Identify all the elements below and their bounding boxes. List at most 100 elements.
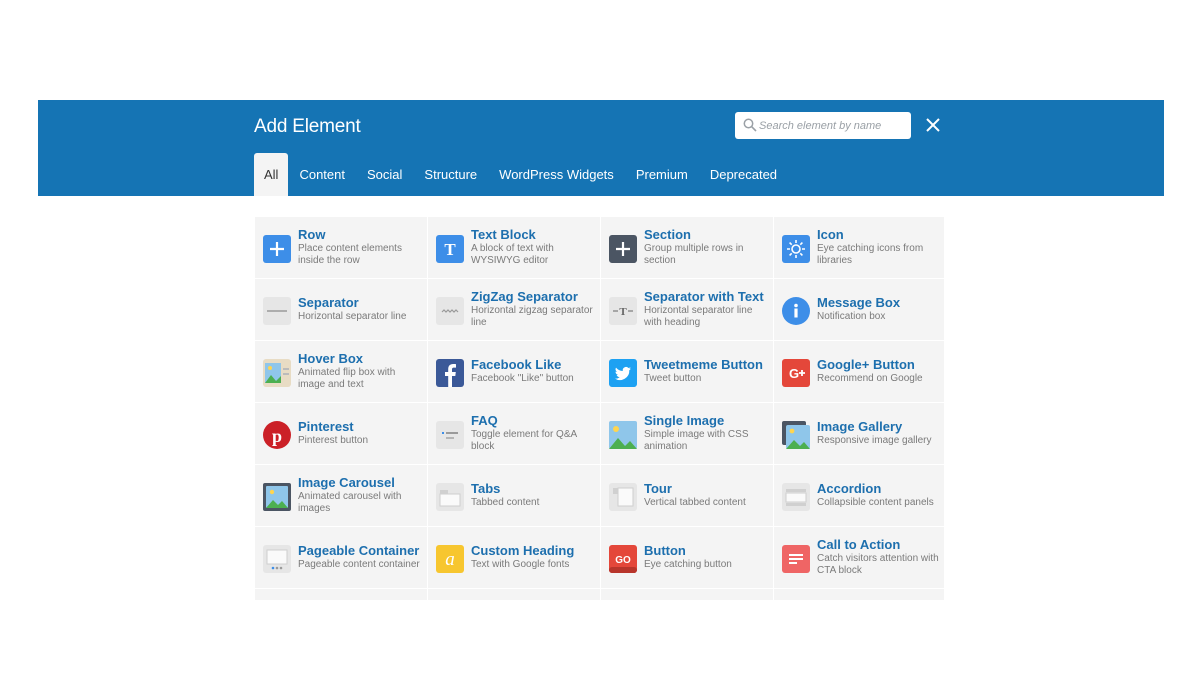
element-item-pageable-container[interactable]: Pageable Container Pageable content conta… (255, 527, 427, 589)
element-item-tour[interactable]: Tour Vertical tabbed content (601, 465, 773, 527)
element-name: Text Block (471, 226, 536, 242)
element-name: Image Gallery (817, 418, 903, 434)
element-description: Pageable content container (298, 558, 420, 570)
element-item-google-button[interactable]: G Google+ Button Recommend on Google (774, 341, 944, 403)
tabs-icon (436, 483, 464, 511)
element-description: Facebook "Like" button (471, 372, 574, 384)
element-description: Horizontal separator line with heading (644, 304, 753, 328)
element-item-tabs[interactable]: Tabs Tabbed content (428, 465, 600, 527)
element-item-accordion[interactable]: Accordion Collapsible content panels (774, 465, 944, 527)
element-description: Horizontal zigzag separator line (471, 304, 593, 328)
element-item-image-gallery[interactable]: Image Gallery Responsive image gallery (774, 403, 944, 465)
modal-title: Add Element (254, 116, 361, 137)
element-text: Custom Heading Text with Google fonts (471, 527, 596, 588)
facebook-icon (436, 359, 464, 387)
element-item-empty-27 (774, 589, 944, 600)
element-item-widgetised-sidebar[interactable]: Widgetised Sidebar (255, 589, 427, 600)
zigzag-icon (436, 297, 464, 325)
tab-content[interactable]: Content (288, 153, 356, 196)
element-text: Text Block A block of text with WYSIWYG e… (471, 217, 596, 278)
element-text: Row Place content elements inside the row (298, 217, 423, 278)
element-item-facebook-like[interactable]: Facebook Like Facebook "Like" button (428, 341, 600, 403)
element-name: Pageable Container (298, 542, 420, 558)
element-description: Animated flip box with image and text (298, 366, 396, 390)
tab-all[interactable]: All (254, 153, 289, 196)
element-description: Toggle element for Q&A block (471, 428, 577, 452)
element-item-custom-heading[interactable]: a Custom Heading Text with Google fonts (428, 527, 600, 589)
element-name: Separator with Text (644, 288, 764, 304)
element-item-single-image[interactable]: Single Image Simple image with CSS animat… (601, 403, 773, 465)
element-item-separator-with-text[interactable]: T Separator with Text Horizontal separator… (601, 279, 773, 341)
element-item-hover-box[interactable]: Hover Box Animated flip box with image an… (255, 341, 427, 403)
element-text: Video Player (644, 589, 769, 600)
element-item-separator[interactable]: Separator Horizontal separator line (255, 279, 427, 341)
element-name: Call to Action (817, 536, 901, 552)
tab-premium[interactable]: Premium (625, 153, 699, 196)
element-text: Tweetmeme Button Tweet button (644, 341, 769, 402)
search-icon (743, 118, 757, 132)
element-text: Single Image Simple image with CSS animat… (644, 403, 769, 464)
element-item-message-box[interactable]: Message Box Notification box (774, 279, 944, 341)
element-description: Simple image with CSS animation (644, 428, 749, 452)
element-text: Pageable Container Pageable content conta… (298, 527, 423, 588)
element-description: Eye catching button (644, 558, 732, 570)
element-text (817, 589, 942, 600)
element-text: Tour Vertical tabbed content (644, 465, 769, 526)
element-description: Notification box (817, 310, 886, 322)
add-element-header: Add Element All Content Social Structure… (38, 100, 1164, 196)
element-description: Recommend on Google (817, 372, 923, 384)
element-name: Message Box (817, 294, 901, 310)
element-description: Animated carousel with images (298, 490, 402, 514)
element-item-call-to-action[interactable]: Call to Action Catch visitors attention w… (774, 527, 944, 589)
twitter-icon (609, 359, 637, 387)
element-item-tweetmeme-button[interactable]: Tweetmeme Button Tweet button (601, 341, 773, 403)
element-item-text-block[interactable]: T Text Block A block of text with WYSIWYG … (428, 217, 600, 279)
element-description: A block of text with WYSIWYG editor (471, 242, 554, 266)
tab-structure[interactable]: Structure (413, 153, 488, 196)
element-name: FAQ (471, 412, 498, 428)
svg-text:p: p (272, 426, 282, 446)
pinterest-icon: p (263, 421, 291, 449)
element-item-image-carousel[interactable]: Image Carousel Animated carousel with ima… (255, 465, 427, 527)
element-item-icon[interactable]: Icon Eye catching icons from libraries (774, 217, 944, 279)
element-name: Pinterest (298, 418, 354, 434)
element-text: FAQ Toggle element for Q&A block (471, 403, 596, 464)
element-text: Icon Eye catching icons from libraries (817, 217, 942, 278)
svg-text:G: G (789, 366, 799, 381)
element-item-faq[interactable]: FAQ Toggle element for Q&A block (428, 403, 600, 465)
tab-social[interactable]: Social (356, 153, 413, 196)
image-icon (609, 421, 637, 449)
accordion-icon (782, 483, 810, 511)
faq-icon (436, 421, 464, 449)
go-button-icon: GO (609, 545, 637, 573)
elements-panel: Row Place content elements inside the row… (255, 217, 944, 600)
element-name: Hover Box (298, 350, 364, 366)
svg-text:GO: GO (615, 555, 631, 566)
element-text: Button Eye catching button (644, 527, 769, 588)
category-tabs: All Content Social Structure WordPress W… (254, 153, 788, 196)
element-text: Google+ Button Recommend on Google (817, 341, 942, 402)
element-item-button[interactable]: GO Button Eye catching button (601, 527, 773, 589)
element-text: Widgetised Sidebar (298, 589, 423, 600)
element-name: Tweetmeme Button (644, 356, 763, 372)
search-box[interactable] (735, 112, 911, 139)
element-name: Custom Heading (471, 542, 575, 558)
svg-text:T: T (444, 240, 456, 259)
element-item-video-player[interactable]: Video Player (601, 589, 773, 600)
element-description: Vertical tabbed content (644, 496, 746, 508)
element-item-pinterest[interactable]: p Pinterest Pinterest button (255, 403, 427, 465)
element-item-empty-25 (428, 589, 600, 600)
tab-deprecated[interactable]: Deprecated (699, 153, 788, 196)
element-item-section[interactable]: Section Group multiple rows in section (601, 217, 773, 279)
element-name: Image Carousel (298, 474, 395, 490)
tab-wordpress-widgets[interactable]: WordPress Widgets (488, 153, 625, 196)
element-name: Tour (644, 480, 672, 496)
element-name: Row (298, 226, 326, 242)
plus-icon (263, 235, 291, 263)
close-icon[interactable] (925, 117, 941, 133)
element-item-zigzag-separator[interactable]: ZigZag Separator Horizontal zigzag separa… (428, 279, 600, 341)
element-item-row[interactable]: Row Place content elements inside the row (255, 217, 427, 279)
separator-text-icon: T (609, 297, 637, 325)
element-text: Separator with Text Horizontal separator … (644, 279, 769, 340)
search-input[interactable] (759, 114, 905, 137)
